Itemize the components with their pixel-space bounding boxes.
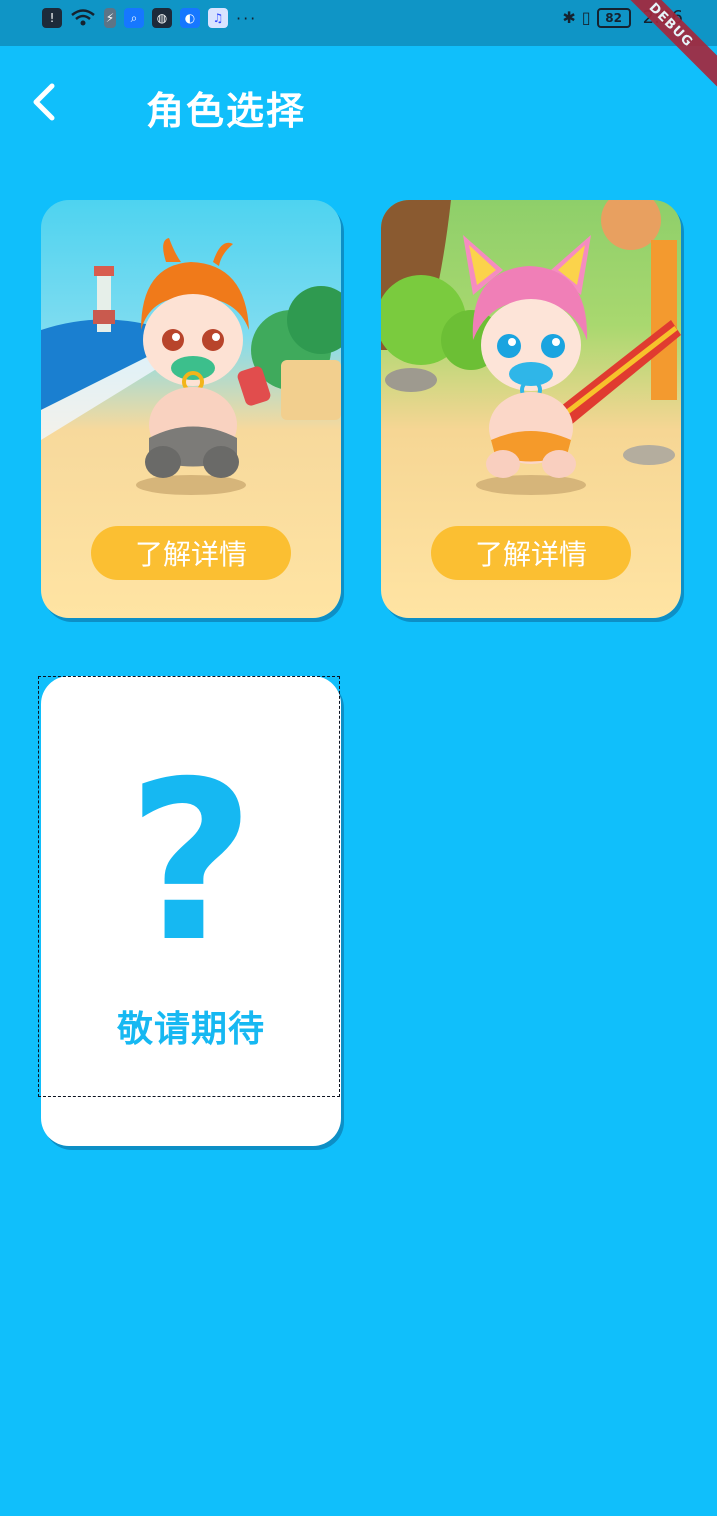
question-mark-icon: ? [127, 734, 255, 990]
globe-app-icon: ◍ [152, 8, 172, 28]
detail-button-boy[interactable]: 了解详情 [91, 526, 291, 580]
character-boy-illustration [41, 238, 341, 495]
app-bar: 角色选择 [0, 46, 717, 156]
bluetooth-icon: ✱ [562, 8, 576, 27]
alert-icon: ! [42, 8, 62, 28]
character-card-girl[interactable]: 了解详情 [381, 200, 681, 618]
vibrate-icon: ▯ [581, 8, 591, 27]
character-card-boy[interactable]: 了解详情 [41, 200, 341, 618]
bulb-app-icon: ◐ [180, 8, 200, 28]
more-notifications-icon: ··· [236, 8, 258, 28]
page-title: 角色选择 [146, 89, 307, 133]
status-notification-icons: ! ⚡ ⌕ ◍ ◐ ♫ ··· [42, 8, 257, 28]
detail-button-girl[interactable]: 了解详情 [431, 526, 631, 580]
coming-soon-label: 敬请期待 [116, 1009, 265, 1050]
wifi-icon [71, 9, 95, 26]
charging-icon: ⚡ [104, 8, 116, 28]
battery-indicator: 82 [596, 7, 631, 28]
coming-soon-card[interactable]: ? 敬请期待 [41, 676, 341, 1146]
chevron-left-icon [33, 83, 55, 121]
back-button[interactable] [26, 80, 66, 124]
status-bar: ! ⚡ ⌕ ◍ ◐ ♫ ··· ✱ ▯ 82 2:26 DEBUG [0, 0, 717, 97]
music-app-icon: ♫ [208, 8, 228, 28]
search-app-icon: ⌕ [124, 8, 144, 28]
character-girl-illustration [381, 200, 681, 495]
